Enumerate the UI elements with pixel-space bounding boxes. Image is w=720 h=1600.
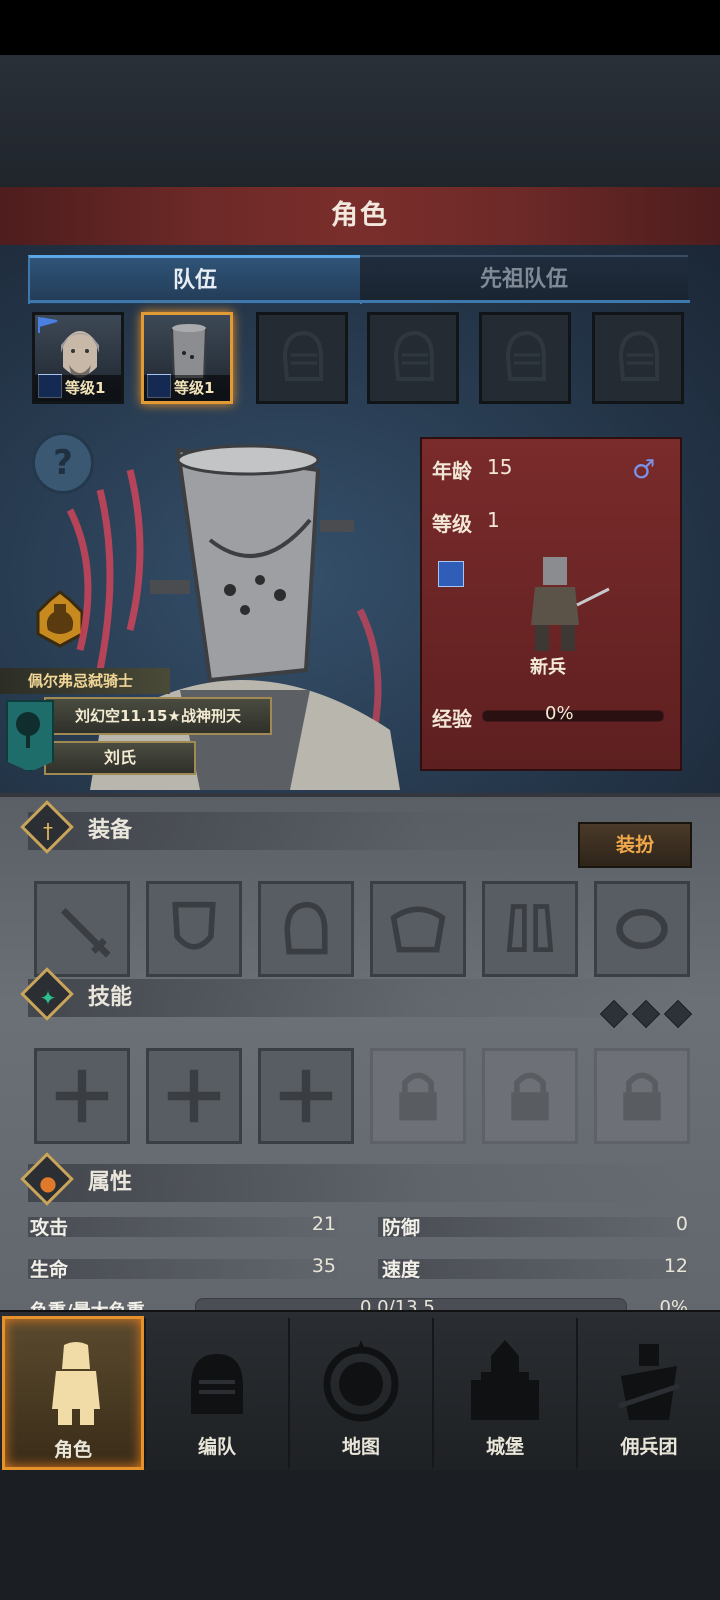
- character-title: 佩尔弗忌弑骑士: [0, 668, 170, 694]
- defense-label: 防御: [382, 1217, 421, 1239]
- nav-label: 地图: [341, 1436, 380, 1458]
- nav-mercenary[interactable]: 佣兵团: [578, 1316, 720, 1470]
- helmet-icon: [284, 901, 328, 955]
- helmet-group-icon: [191, 1354, 243, 1414]
- team-slot-4[interactable]: [367, 312, 459, 404]
- top-background: [0, 55, 720, 187]
- armor-icon: [390, 906, 446, 953]
- age-label: 年龄: [432, 459, 472, 483]
- family-name[interactable]: 刘氏: [44, 741, 196, 775]
- empty-helmet-icon: [393, 330, 434, 381]
- exp-label: 经验: [432, 707, 472, 731]
- compass-map-icon: [323, 1340, 399, 1422]
- tab-ancestor-team[interactable]: 先祖队伍: [360, 255, 688, 303]
- attack-label: 攻击: [30, 1217, 69, 1239]
- team-slot-2[interactable]: 等级1: [141, 312, 233, 404]
- boots-icon: [506, 904, 554, 952]
- star-icon: ✦: [39, 986, 57, 1010]
- speed-value: 12: [663, 1255, 688, 1277]
- team-slot-6[interactable]: [592, 312, 684, 404]
- speed-label: 速度: [382, 1259, 421, 1281]
- ring-icon: [616, 908, 668, 950]
- nav-label: 城堡: [485, 1436, 524, 1458]
- cross-icon: [279, 1069, 333, 1123]
- dress-up-button[interactable]: 装扮: [578, 822, 692, 868]
- skill-slot-3[interactable]: [258, 1048, 354, 1144]
- cross-icon: [55, 1069, 109, 1123]
- mercenary-icon: [618, 1344, 680, 1420]
- shield-icon: [172, 901, 216, 950]
- level-label: 等级: [432, 512, 472, 536]
- nav-label: 佣兵团: [620, 1436, 678, 1458]
- castle-icon: [471, 1340, 539, 1420]
- person-icon: ●: [39, 1171, 57, 1195]
- skill-slot-1[interactable]: [34, 1048, 130, 1144]
- nav-castle[interactable]: 城堡: [434, 1316, 576, 1470]
- knight-character-art: [66, 444, 400, 790]
- skills-title: 技能: [88, 985, 133, 1010]
- status-bar: [0, 0, 720, 55]
- life-label: 生命: [30, 1259, 69, 1281]
- family-tree-banner-icon[interactable]: [6, 700, 54, 772]
- tab-underline: [28, 300, 690, 303]
- nav-label: 角色: [53, 1439, 92, 1461]
- nav-label: 编队: [197, 1436, 236, 1458]
- bottom-background: [0, 1470, 720, 1600]
- slot-level-label: 等级1: [35, 375, 121, 401]
- equip-slot-ring[interactable]: [594, 881, 690, 977]
- skills-section-header: ✦ 技能: [20, 967, 688, 1021]
- exp-value: 0%: [545, 703, 574, 724]
- equip-slot-boots[interactable]: [482, 881, 578, 977]
- skill-slot-6[interactable]: [594, 1048, 690, 1144]
- empty-helmet-icon: [282, 330, 323, 381]
- slot-level-label: 等级1: [144, 375, 230, 401]
- lock-icon: [511, 1072, 549, 1121]
- skill-slot-2[interactable]: [146, 1048, 242, 1144]
- lock-icon: [399, 1072, 437, 1121]
- equip-slot-weapon[interactable]: [34, 881, 130, 977]
- flag-icon: [38, 317, 58, 333]
- equip-slot-shield[interactable]: [146, 881, 242, 977]
- team-slot-1[interactable]: 等级1: [32, 312, 124, 404]
- level-value: 1: [487, 508, 500, 532]
- male-gender-icon: ♂: [632, 455, 656, 485]
- cross-icon: [167, 1069, 221, 1123]
- attributes-title: 属性: [88, 1170, 133, 1195]
- nav-map[interactable]: 地图: [290, 1316, 432, 1470]
- equipment-title: 装备: [88, 818, 133, 843]
- equip-slot-helmet[interactable]: [258, 881, 354, 977]
- attributes-section-header: ● 属性: [20, 1152, 688, 1206]
- team-slot-5[interactable]: [479, 312, 571, 404]
- nav-formation[interactable]: 编队: [146, 1316, 288, 1470]
- class-name: 新兵: [530, 657, 566, 678]
- sword-icon: [60, 907, 111, 958]
- dagger-icon: †: [43, 819, 53, 843]
- skill-slot-4[interactable]: [370, 1048, 466, 1144]
- sword-class-icon: [438, 561, 464, 587]
- life-value: 35: [311, 1255, 336, 1277]
- empty-helmet-icon: [618, 330, 659, 381]
- nav-character[interactable]: 角色: [2, 1316, 144, 1470]
- knight-icon: [52, 1342, 100, 1425]
- age-value: 15: [487, 455, 513, 479]
- skill-slot-5[interactable]: [482, 1048, 578, 1144]
- equip-slot-armor[interactable]: [370, 881, 466, 977]
- tab-team[interactable]: 队伍: [28, 255, 362, 304]
- defense-value: 0: [675, 1213, 688, 1235]
- character-name[interactable]: 刘幻空11.15★战神刑天: [44, 697, 272, 735]
- empty-helmet-icon: [505, 330, 546, 381]
- recruit-figure-icon: [531, 557, 610, 651]
- team-slot-3[interactable]: [256, 312, 348, 404]
- lock-icon: [623, 1072, 661, 1121]
- page-title: 角色: [0, 187, 720, 248]
- attack-value: 21: [311, 1213, 336, 1235]
